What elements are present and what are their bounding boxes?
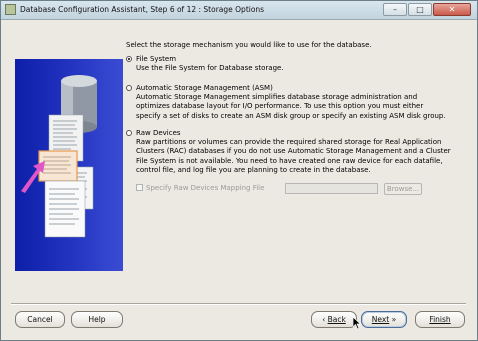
asm-label[interactable]: Automatic Storage Management (ASM) xyxy=(136,84,273,92)
description-line: Use the File System for Database storage… xyxy=(136,64,284,72)
instructions-text: Select the storage mechanism you would l… xyxy=(126,41,372,49)
cancel-label: Cancel xyxy=(27,315,53,324)
next-button[interactable]: Next » xyxy=(361,311,407,328)
storage-illustration xyxy=(15,59,123,271)
asm-description: Automatic Storage Management simplifies … xyxy=(136,93,471,121)
raw-devices-radio[interactable] xyxy=(126,130,132,136)
asm-radio[interactable] xyxy=(126,85,132,91)
dbca-window: Database Configuration Assistant, Step 6… xyxy=(0,0,478,341)
window-controls: – □ ✕ xyxy=(383,3,471,16)
finish-label: Finish xyxy=(429,315,451,324)
back-button[interactable]: ‹ Back xyxy=(311,311,357,328)
raw-mapping-file-input[interactable] xyxy=(285,183,378,194)
raw-mapping-row: Specify Raw Devices Mapping File Browse.… xyxy=(136,183,471,195)
raw-devices-label[interactable]: Raw Devices xyxy=(136,129,181,137)
description-line: File System is not available. You need t… xyxy=(136,156,443,165)
file-system-description: Use the File System for Database storage… xyxy=(136,64,471,73)
description-line: control file, and log file you are plann… xyxy=(136,166,371,175)
button-separator xyxy=(11,303,466,305)
help-button[interactable]: Help xyxy=(71,311,123,328)
description-line: Automatic Storage Management simplifies … xyxy=(136,93,418,101)
next-label: Next xyxy=(371,315,390,324)
description-line: Raw partitions or volumes can provide th… xyxy=(136,138,442,146)
help-label: Help xyxy=(88,315,106,324)
cancel-button[interactable]: Cancel xyxy=(15,311,65,328)
file-system-label[interactable]: File System xyxy=(136,55,176,63)
database-documents-graphic xyxy=(21,75,97,238)
back-label: Back xyxy=(327,315,346,324)
file-system-radio[interactable] xyxy=(126,56,132,62)
maximize-button[interactable]: □ xyxy=(408,3,432,16)
description-line: specify a set of disks to create an ASM … xyxy=(136,111,446,120)
description-line: optimizes database layout for I/O perfor… xyxy=(136,102,424,111)
mouse-cursor-icon xyxy=(353,317,362,330)
description-line: Clusters (RAC) databases if you do not u… xyxy=(136,147,451,156)
minimize-button[interactable]: – xyxy=(383,3,407,16)
window-title: Database Configuration Assistant, Step 6… xyxy=(20,5,265,14)
title-bar[interactable]: Database Configuration Assistant, Step 6… xyxy=(1,1,477,20)
app-icon xyxy=(5,4,16,15)
browse-button[interactable]: Browse... xyxy=(384,183,422,195)
finish-button[interactable]: Finish xyxy=(415,311,465,328)
raw-mapping-checkbox[interactable] xyxy=(136,184,143,191)
raw-devices-description: Raw partitions or volumes can provide th… xyxy=(136,138,471,176)
next-arrow-icon: » xyxy=(389,315,397,324)
close-button[interactable]: ✕ xyxy=(433,3,471,16)
raw-mapping-label[interactable]: Specify Raw Devices Mapping File xyxy=(146,184,264,192)
